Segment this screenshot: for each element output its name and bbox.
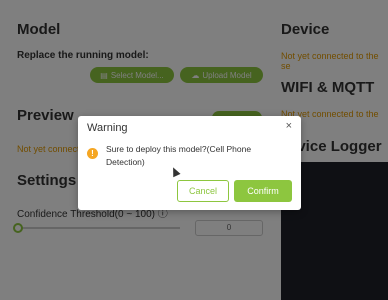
- dialog-title: Warning: [87, 122, 128, 134]
- dialog-message: Sure to deploy this model?(Cell Phone De…: [106, 144, 252, 167]
- warning-icon: !: [87, 148, 98, 159]
- cancel-button[interactable]: Cancel: [177, 180, 229, 202]
- warning-dialog: Warning × ! Sure to deploy this model?(C…: [78, 116, 301, 210]
- confirm-button[interactable]: Confirm: [234, 180, 292, 202]
- close-icon[interactable]: ×: [286, 120, 292, 132]
